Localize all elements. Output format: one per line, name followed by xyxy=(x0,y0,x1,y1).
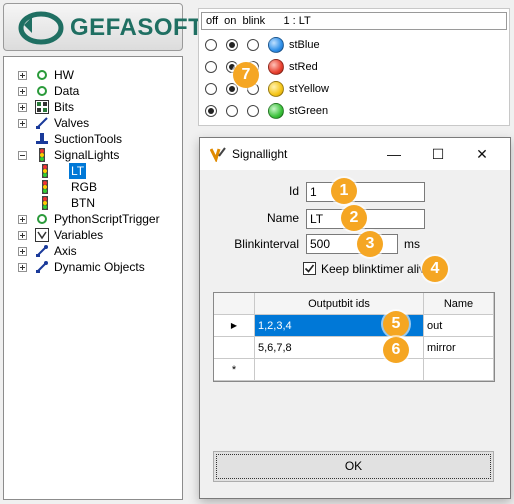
expand-icon[interactable] xyxy=(18,247,27,256)
name-label: Name xyxy=(266,211,299,225)
signal-row-label: stRed xyxy=(289,61,318,73)
red-lamp-icon xyxy=(268,59,284,75)
axis-icon xyxy=(36,245,48,257)
variables-icon xyxy=(35,228,49,242)
keep-blinktimer-checkbox[interactable] xyxy=(303,262,316,275)
table-cell-name[interactable]: out xyxy=(424,315,494,337)
tree-item-label: LT xyxy=(69,163,87,179)
signal-row-label: stBlue xyxy=(289,39,320,51)
green-lamp-icon xyxy=(268,103,284,119)
checkmark-icon xyxy=(304,264,315,273)
valve-icon xyxy=(36,117,48,129)
blink-radio[interactable] xyxy=(247,39,259,51)
minimize-button[interactable]: — xyxy=(372,139,416,169)
expand-icon[interactable] xyxy=(18,71,27,80)
off-radio[interactable] xyxy=(205,39,217,51)
green-swirl-icon xyxy=(37,86,47,96)
tree-item-label: Dynamic Objects xyxy=(54,260,145,274)
expand-icon[interactable] xyxy=(18,119,27,128)
axis-icon xyxy=(36,261,48,273)
blinkinterval-unit: ms xyxy=(404,237,420,251)
current-row-marker: ▶ xyxy=(214,315,255,337)
table-cell-new[interactable] xyxy=(424,359,494,381)
tree-item-label: Axis xyxy=(54,244,77,258)
tree-item-label: RGB xyxy=(71,180,98,194)
blinkinterval-field[interactable]: 500 xyxy=(306,234,398,254)
logo-text: GEFASOFT xyxy=(70,14,204,41)
close-button[interactable]: ✕ xyxy=(460,139,504,169)
tree-item-label: BTN xyxy=(71,196,95,210)
expand-icon[interactable] xyxy=(18,87,27,96)
green-swirl-icon xyxy=(37,214,47,224)
tree-item-label: PythonScriptTrigger xyxy=(54,212,160,226)
id-field[interactable]: 1 xyxy=(306,182,425,202)
green-swirl-icon xyxy=(37,70,47,80)
on-radio[interactable] xyxy=(226,39,238,51)
tree-item-label: HW xyxy=(54,68,74,82)
annotation-badge-1: 1 xyxy=(331,178,357,204)
annotation-badge-7: 7 xyxy=(233,62,259,88)
tree-item-label: SuctionTools xyxy=(54,132,123,146)
app-icon xyxy=(210,147,226,162)
row-header-corner xyxy=(214,293,255,315)
annotation-badge-6: 6 xyxy=(383,337,409,363)
tree-item-label: Variables xyxy=(54,228,104,242)
column-header-name[interactable]: Name xyxy=(424,293,494,315)
maximize-button[interactable]: ☐ xyxy=(416,139,460,169)
tree-item-label: Data xyxy=(54,84,80,98)
off-radio[interactable] xyxy=(205,83,217,95)
annotation-badge-3: 3 xyxy=(357,231,383,257)
signal-light-icon xyxy=(39,148,45,162)
tree-item-label: SignalLights xyxy=(54,148,120,162)
ok-button[interactable]: OK xyxy=(213,451,494,482)
off-radio[interactable] xyxy=(205,105,217,117)
collapse-icon[interactable] xyxy=(18,151,27,160)
signal-light-icon xyxy=(42,164,48,178)
annotation-badge-4: 4 xyxy=(422,256,448,282)
suction-icon xyxy=(36,133,48,144)
on-radio[interactable] xyxy=(226,83,238,95)
logo-button[interactable]: GEFASOFT xyxy=(3,3,203,51)
outputbits-grid[interactable]: Outputbit ids Name ▶ 1,2,3,4 out 5,6,7,8… xyxy=(213,292,495,382)
signal-light-icon xyxy=(42,180,48,194)
blue-lamp-icon xyxy=(268,37,284,53)
annotation-badge-2: 2 xyxy=(341,205,367,231)
table-cell-name[interactable]: mirror xyxy=(424,337,494,359)
keep-blinktimer-label: Keep blinktimer alive xyxy=(321,262,432,276)
yellow-lamp-icon xyxy=(268,81,284,97)
gefasoft-logo-icon xyxy=(18,11,64,45)
on-radio[interactable] xyxy=(226,105,238,117)
tree-item-label: Bits xyxy=(54,100,75,114)
off-radio[interactable] xyxy=(205,61,217,73)
expand-icon[interactable] xyxy=(18,215,27,224)
dialog-title: Signallight xyxy=(232,147,288,161)
id-label: Id xyxy=(288,184,299,198)
expand-icon[interactable] xyxy=(18,231,27,240)
bits-grid-icon xyxy=(35,100,49,114)
tree-item-label: Valves xyxy=(54,116,90,130)
signal-row-label: stGreen xyxy=(289,105,329,117)
signal-row-label: stYellow xyxy=(289,83,329,95)
annotation-badge-5: 5 xyxy=(383,311,409,337)
blinkinterval-label: Blinkinterval xyxy=(234,237,299,251)
signal-light-icon xyxy=(42,196,48,210)
object-tree[interactable] xyxy=(3,56,183,500)
signal-panel-header: off on blink 1 : LT xyxy=(201,12,507,30)
blink-radio[interactable] xyxy=(247,105,259,117)
expand-icon[interactable] xyxy=(18,263,27,272)
row-header xyxy=(214,337,255,359)
new-row-marker: * xyxy=(214,359,255,381)
expand-icon[interactable] xyxy=(18,103,27,112)
